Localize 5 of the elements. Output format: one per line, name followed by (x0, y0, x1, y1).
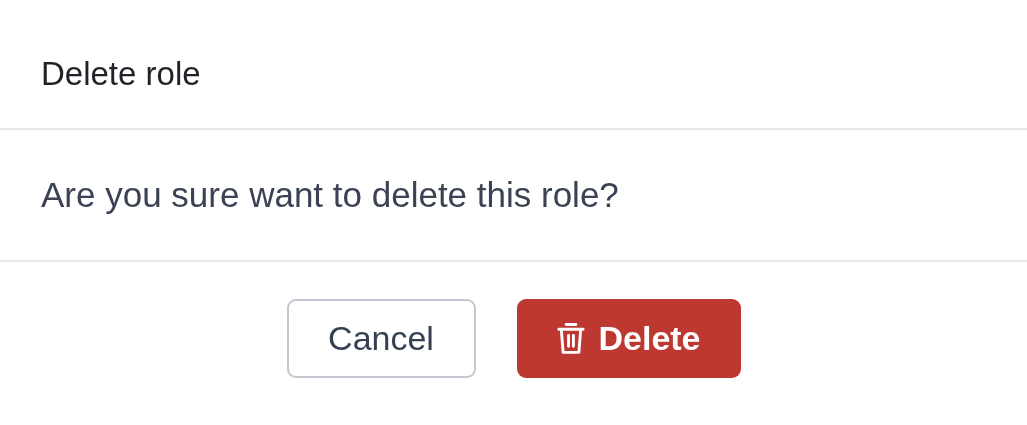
confirmation-message: Are you sure want to delete this role? (41, 175, 619, 215)
cancel-button[interactable]: Cancel (286, 299, 476, 378)
delete-button[interactable]: Delete (516, 299, 741, 378)
trash-icon (556, 321, 587, 356)
dialog-title: Delete role (41, 54, 201, 93)
